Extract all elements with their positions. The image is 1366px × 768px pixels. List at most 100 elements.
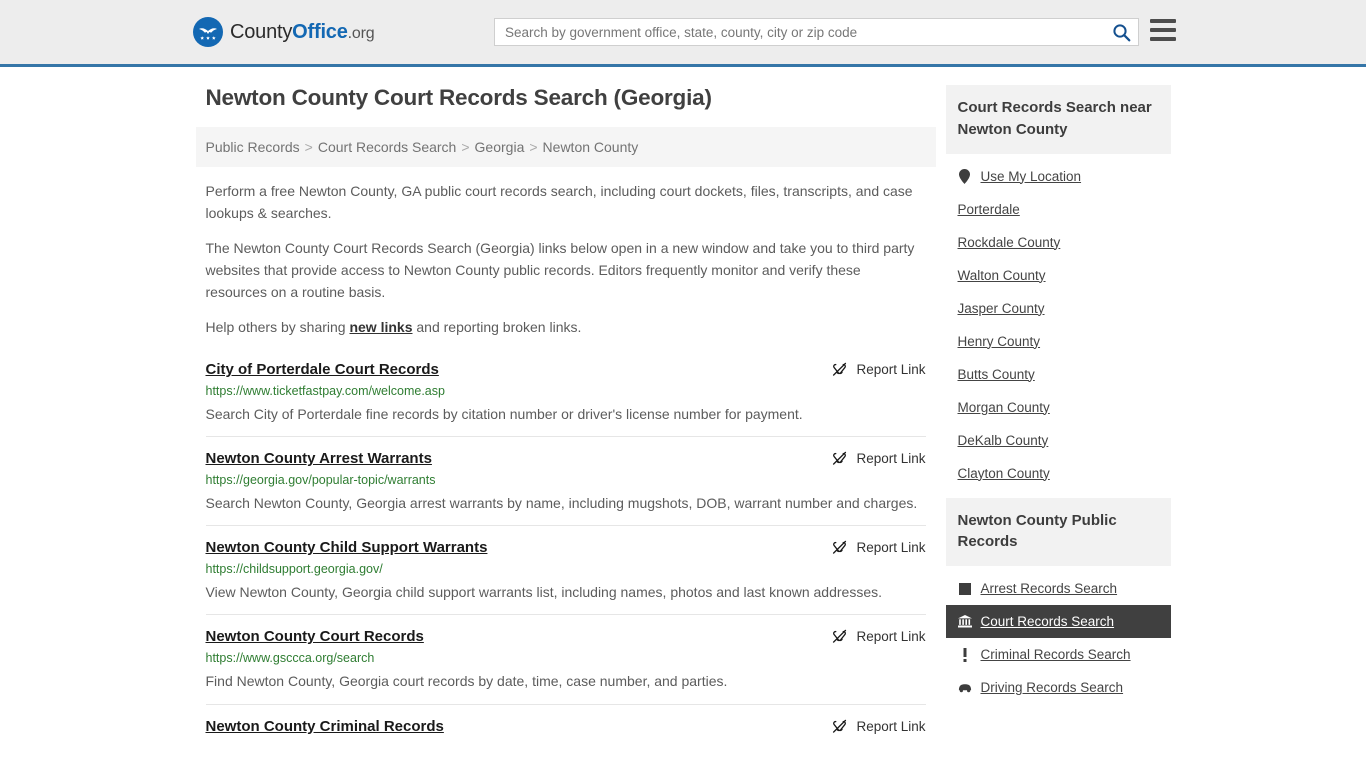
logo-text-county: County xyxy=(230,20,293,43)
eagle-shield-logo-icon xyxy=(193,17,223,47)
breadcrumb: Public Records > Court Records Search > Geor… xyxy=(195,127,936,167)
sidebar-item-criminal-records-search[interactable]: Criminal Records Search xyxy=(946,638,1171,671)
intro-text-before-link: Help others by sharing xyxy=(205,319,350,336)
logo-text-tld: .org xyxy=(347,24,375,42)
sidebar-item-label: Henry County xyxy=(957,333,1041,349)
sidebar-item-label: Arrest Records Search xyxy=(980,581,1118,596)
sidebar-item-clayton-county[interactable]: Clayton County xyxy=(946,457,1171,490)
result-title-link[interactable]: Newton County Criminal Records xyxy=(206,718,444,735)
public-records-links-list: Arrest Records Search Court Records Sear… xyxy=(945,566,1171,704)
nearby-court-records-panel: Court Records Search near Newton County … xyxy=(945,85,1171,490)
result-item: City of Porterdale Court Records Report … xyxy=(206,353,926,436)
broken-link-icon xyxy=(833,719,847,733)
search-button[interactable] xyxy=(1104,19,1138,45)
search-icon xyxy=(1112,23,1130,41)
report-link-button[interactable]: Report Link xyxy=(815,361,926,378)
sidebar-item-label: Butts County xyxy=(957,366,1035,382)
hamburger-bar xyxy=(1150,19,1176,23)
report-link-label: Report Link xyxy=(856,540,926,556)
report-link-label: Report Link xyxy=(856,451,926,467)
sidebar: Court Records Search near Newton County … xyxy=(936,85,1171,746)
breadcrumb-separator: > xyxy=(304,139,313,155)
sidebar-item-label: Morgan County xyxy=(957,399,1050,415)
result-description: Find Newton County, Georgia court record… xyxy=(205,673,728,690)
intro-paragraph-1: Perform a free Newton County, GA public … xyxy=(205,183,913,221)
intro-paragraph-3: Help others by sharing new links and rep… xyxy=(206,317,926,339)
sidebar-item-label: Clayton County xyxy=(957,465,1050,481)
report-link-label: Report Link xyxy=(856,718,926,734)
result-url: https://www.ticketfastpay.com/welcome.as… xyxy=(205,384,445,399)
broken-link-icon xyxy=(833,451,847,465)
search-input[interactable] xyxy=(495,19,1104,45)
page-title: Newton County Court Records Search (Geor… xyxy=(205,85,712,110)
sidebar-item-butts-county[interactable]: Butts County xyxy=(946,358,1171,391)
hamburger-bar xyxy=(1150,37,1176,41)
page-body: Newton County Court Records Search (Geor… xyxy=(0,67,1366,746)
result-url: https://www.gsccca.org/search xyxy=(205,651,375,666)
breadcrumb-item-newton-county[interactable]: Newton County xyxy=(543,139,639,155)
report-link-button[interactable]: Report Link xyxy=(815,539,926,556)
hamburger-menu-icon[interactable] xyxy=(1150,19,1176,41)
sidebar-item-label: Driving Records Search xyxy=(980,680,1124,695)
nearby-panel-heading: Court Records Search near Newton County xyxy=(945,85,1171,154)
report-link-button[interactable]: Report Link xyxy=(815,628,926,645)
sidebar-item-arrest-records-search[interactable]: Arrest Records Search xyxy=(946,572,1171,605)
result-url: https://georgia.gov/popular-topic/warran… xyxy=(205,473,436,488)
sidebar-item-label: Walton County xyxy=(957,267,1046,283)
breadcrumb-separator: > xyxy=(529,139,538,155)
exclamation-icon xyxy=(958,647,972,662)
public-records-panel-heading: Newton County Public Records xyxy=(945,497,1171,566)
sidebar-item-driving-records-search[interactable]: Driving Records Search xyxy=(946,671,1171,704)
public-records-panel: Newton County Public Records Arrest Reco… xyxy=(945,497,1171,705)
main-content: Newton County Court Records Search (Geor… xyxy=(195,85,936,746)
sidebar-item-use-my-location[interactable]: Use My Location xyxy=(946,160,1171,193)
sidebar-item-rockdale-county[interactable]: Rockdale County xyxy=(946,226,1171,259)
report-link-button[interactable]: Report Link xyxy=(815,718,926,735)
result-item: Newton County Arrest Warrants Report Lin… xyxy=(205,436,926,525)
sidebar-item-porterdale[interactable]: Porterdale xyxy=(946,193,1171,226)
court-records-link-list: City of Porterdale Court Records Report … xyxy=(205,353,926,746)
sidebar-item-court-records-search[interactable]: Court Records Search xyxy=(945,605,1171,638)
report-link-button[interactable]: Report Link xyxy=(815,450,926,467)
result-title-link[interactable]: Newton County Court Records xyxy=(206,628,424,645)
result-url: https://childsupport.georgia.gov/ xyxy=(205,562,383,577)
result-description: Search Newton County, Georgia arrest war… xyxy=(205,495,918,512)
result-item: Newton County Court Records Report Link … xyxy=(205,614,926,703)
result-title-link[interactable]: Newton County Child Support Warrants xyxy=(206,539,488,556)
sidebar-item-henry-county[interactable]: Henry County xyxy=(946,325,1171,358)
site-logo-text: CountyOffice.org xyxy=(230,20,375,44)
sidebar-item-dekalb-county[interactable]: DeKalb County xyxy=(946,424,1171,457)
breadcrumb-item-georgia[interactable]: Georgia xyxy=(475,139,525,155)
sidebar-item-label: Jasper County xyxy=(957,300,1045,316)
courthouse-icon xyxy=(957,614,972,629)
breadcrumb-separator: > xyxy=(461,139,470,155)
result-item: Newton County Criminal Records Report Li… xyxy=(205,703,926,746)
result-description: View Newton County, Georgia child suppor… xyxy=(205,584,883,601)
intro-text-after-link: and reporting broken links. xyxy=(412,319,582,336)
handcuffs-icon xyxy=(958,581,972,596)
intro-paragraph-2: The Newton County Court Records Search (… xyxy=(205,240,915,300)
sidebar-item-walton-county[interactable]: Walton County xyxy=(946,259,1171,292)
report-link-label: Report Link xyxy=(856,629,926,645)
sidebar-item-label: Rockdale County xyxy=(957,234,1061,250)
sidebar-item-label: Porterdale xyxy=(957,201,1020,217)
result-item: Newton County Child Support Warrants Rep… xyxy=(205,525,926,614)
result-title-link[interactable]: City of Porterdale Court Records xyxy=(206,361,439,378)
sidebar-item-label: Court Records Search xyxy=(980,614,1115,629)
report-link-label: Report Link xyxy=(856,362,926,378)
breadcrumb-item-public-records[interactable]: Public Records xyxy=(206,139,300,155)
logo-text-office: Office xyxy=(292,20,348,43)
result-title-link[interactable]: Newton County Arrest Warrants xyxy=(206,450,432,467)
breadcrumb-item-court-records-search[interactable]: Court Records Search xyxy=(318,139,457,155)
broken-link-icon xyxy=(833,362,847,376)
hamburger-bar xyxy=(1150,28,1176,32)
search-bar[interactable] xyxy=(494,18,1139,46)
sidebar-item-label: Use My Location xyxy=(980,168,1082,184)
location-pin-icon xyxy=(958,168,972,184)
sidebar-item-label: DeKalb County xyxy=(957,432,1049,448)
sidebar-item-jasper-county[interactable]: Jasper County xyxy=(946,292,1171,325)
new-links-link[interactable]: new links xyxy=(349,319,412,335)
site-logo[interactable]: CountyOffice.org xyxy=(193,17,375,47)
sidebar-item-label: Criminal Records Search xyxy=(980,647,1131,662)
sidebar-item-morgan-county[interactable]: Morgan County xyxy=(946,391,1171,424)
